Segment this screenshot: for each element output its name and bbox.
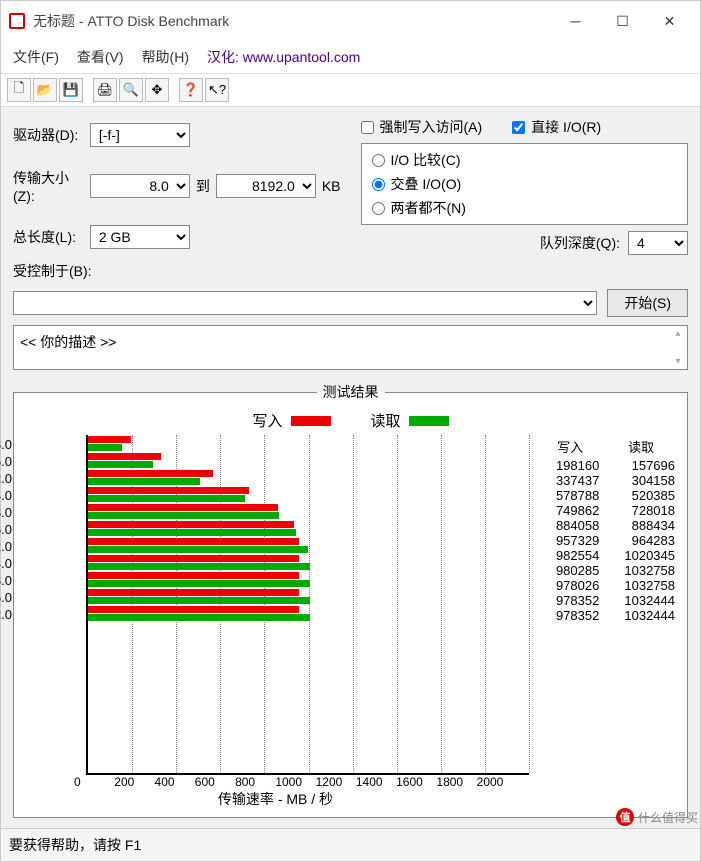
window-title: 无标题 - ATTO Disk Benchmark <box>33 11 553 31</box>
watermark: 值 什么值得买 <box>616 808 698 826</box>
io-compare-radio[interactable]: I/O 比较(C) <box>372 150 678 170</box>
print-icon[interactable]: 🖨 <box>93 78 117 102</box>
bar-row <box>88 554 529 571</box>
maximize-button[interactable]: ☐ <box>600 7 645 35</box>
bar-row <box>88 520 529 537</box>
menu-file[interactable]: 文件(F) <box>13 47 59 67</box>
bar-row <box>88 537 529 554</box>
new-icon[interactable]: 🗋 <box>7 78 31 102</box>
controlled-by-select[interactable] <box>13 291 597 315</box>
legend-read: 读取 <box>371 410 449 431</box>
titlebar: 无标题 - ATTO Disk Benchmark ─ ☐ ✕ <box>1 1 700 41</box>
x-axis-label: 传输速率 - MB / 秒 <box>22 789 529 809</box>
force-write-checkbox[interactable]: 强制写入访问(A) <box>361 117 483 137</box>
statusbar: 要获得帮助，请按 F1 <box>1 828 700 861</box>
neither-radio[interactable]: 两者都不(N) <box>372 198 678 218</box>
results-title: 测试结果 <box>317 382 385 402</box>
transfer-to-select[interactable]: 8192.0 <box>216 174 316 198</box>
queue-depth-label: 队列深度(Q): <box>540 233 620 253</box>
length-select[interactable]: 2 GB <box>90 225 190 249</box>
minimize-button[interactable]: ─ <box>553 7 598 35</box>
bar-row <box>88 605 529 622</box>
help-icon[interactable]: ❓ <box>179 78 203 102</box>
bar-row <box>88 469 529 486</box>
menu-localized: 汉化: www.upantool.com <box>207 47 360 67</box>
kb-label: KB <box>322 178 341 194</box>
drive-select[interactable]: [-f-] <box>90 123 190 147</box>
close-button[interactable]: ✕ <box>647 7 692 35</box>
description-field[interactable]: << 你的描述 >> ▴▾ <box>13 325 688 370</box>
io-mode-group: I/O 比较(C) 交叠 I/O(O) 两者都不(N) <box>361 143 689 225</box>
length-label: 总长度(L): <box>13 227 80 247</box>
menu-view[interactable]: 查看(V) <box>77 47 124 67</box>
localized-url[interactable]: www.upantool.com <box>243 49 361 65</box>
direct-io-checkbox[interactable]: 直接 I/O(R) <box>512 117 601 137</box>
cursor-help-icon[interactable]: ↖? <box>205 78 229 102</box>
bar-row <box>88 452 529 469</box>
toolbar: 🗋 📂 💾 🖨 🔍 ✥ ❓ ↖? <box>1 73 700 107</box>
preview-icon[interactable]: 🔍 <box>119 78 143 102</box>
queue-depth-select[interactable]: 4 <box>628 231 688 255</box>
results-table: 写入读取 19816015769633743730415857878852038… <box>537 435 679 623</box>
to-label: 到 <box>196 176 210 196</box>
open-icon[interactable]: 📂 <box>33 78 57 102</box>
results-group: 测试结果 写入 读取 02004006008001000120014001600… <box>13 382 688 818</box>
move-icon[interactable]: ✥ <box>145 78 169 102</box>
save-icon[interactable]: 💾 <box>59 78 83 102</box>
legend-write: 写入 <box>252 410 330 431</box>
bar-row <box>88 588 529 605</box>
app-icon <box>9 13 25 29</box>
window: 无标题 - ATTO Disk Benchmark ─ ☐ ✕ 文件(F) 查看… <box>0 0 701 862</box>
transfer-size-label: 传输大小(Z): <box>13 168 80 204</box>
bar-row <box>88 571 529 588</box>
bar-row <box>88 503 529 520</box>
scroll-arrows[interactable]: ▴▾ <box>669 326 687 369</box>
bar-row <box>88 435 529 452</box>
drive-label: 驱动器(D): <box>13 125 80 145</box>
bar-row <box>88 486 529 503</box>
overlapped-io-radio[interactable]: 交叠 I/O(O) <box>372 174 678 194</box>
menubar: 文件(F) 查看(V) 帮助(H) 汉化: www.upantool.com <box>1 41 700 73</box>
controlled-by-label: 受控制于(B): <box>13 263 92 279</box>
menu-help[interactable]: 帮助(H) <box>142 47 189 67</box>
transfer-from-select[interactable]: 8.0 <box>90 174 190 198</box>
watermark-icon: 值 <box>616 808 634 826</box>
chart-plot-area <box>86 435 529 775</box>
start-button[interactable]: 开始(S) <box>607 289 688 317</box>
